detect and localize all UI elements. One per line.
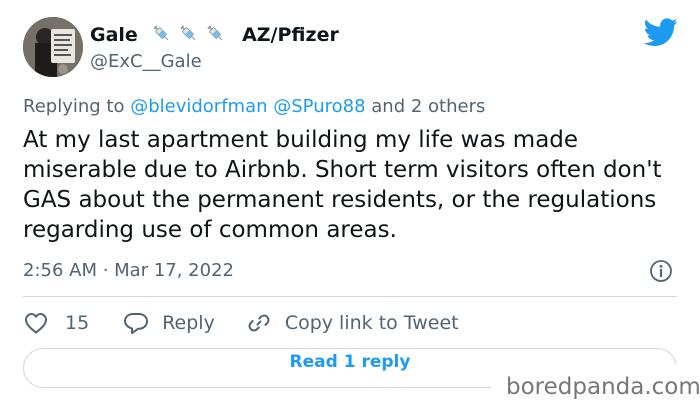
link-icon xyxy=(247,311,271,335)
display-name[interactable]: Gale AZ/Pfizer xyxy=(90,22,339,49)
syringe-icon xyxy=(177,22,199,49)
replying-to-line: Replying to @blevidorfman @SPuro88 and 2… xyxy=(23,96,485,117)
info-icon[interactable] xyxy=(649,259,673,283)
copy-link-label: Copy link to Tweet xyxy=(284,312,459,334)
reply-label: Reply xyxy=(162,312,215,334)
twitter-bird-icon[interactable] xyxy=(643,18,678,48)
syringe-icon xyxy=(150,22,172,49)
like-button[interactable]: 15 xyxy=(23,311,89,335)
divider xyxy=(23,296,677,297)
replying-others: and 2 others xyxy=(371,96,486,117)
reply-button[interactable]: Reply xyxy=(123,311,215,335)
syringe-emoji-group xyxy=(150,22,231,49)
boredpanda-watermark: boredpanda.com xyxy=(506,374,700,400)
speech-bubble-icon xyxy=(123,311,149,335)
display-name-text: Gale xyxy=(90,24,138,46)
tweet-card: Gale AZ/Pfizer @ExC__Gale Replying to @b… xyxy=(0,0,700,411)
replying-prefix: Replying to xyxy=(23,96,125,117)
syringe-icon xyxy=(204,22,226,49)
display-name-suffix: AZ/Pfizer xyxy=(242,24,339,46)
replying-mentions-link[interactable]: @blevidorfman @SPuro88 xyxy=(130,96,365,117)
copy-link-button[interactable]: Copy link to Tweet xyxy=(247,311,459,335)
avatar[interactable] xyxy=(23,17,83,77)
tweet-text: At my last apartment building my life wa… xyxy=(23,127,662,243)
tweet-timestamp[interactable]: 2:56 AM · Mar 17, 2022 xyxy=(23,260,234,281)
tweet-actions: 15 Reply Copy link to Tweet xyxy=(23,309,459,337)
like-count: 15 xyxy=(65,312,90,334)
heart-icon xyxy=(23,311,49,335)
user-handle[interactable]: @ExC__Gale xyxy=(90,51,202,72)
